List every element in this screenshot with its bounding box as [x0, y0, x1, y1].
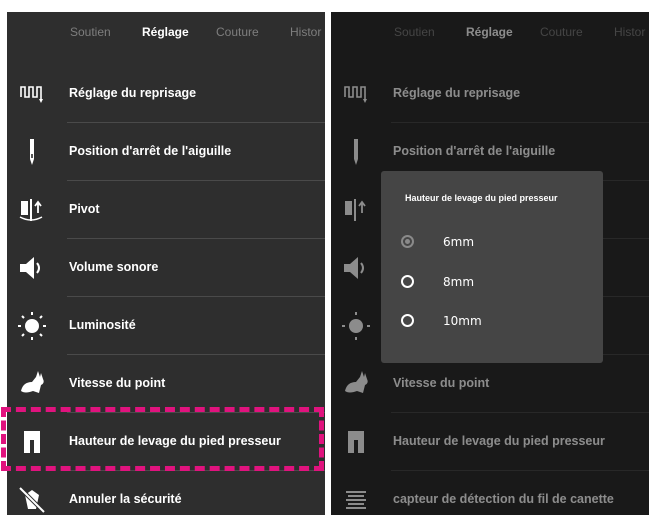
pivot-icon [341, 195, 371, 225]
setting-label: Pivot [69, 202, 100, 216]
setting-label: Luminosité [69, 318, 136, 332]
brightness-icon [17, 311, 47, 341]
settings-screen-right: Soutien Réglage Couture Histor Réglage d… [331, 12, 649, 515]
setting-stitch-speed[interactable]: Vitesse du point [7, 355, 325, 413]
tab-bar: Soutien Réglage Couture Histor [331, 12, 649, 54]
setting-cancel-safety[interactable]: Annuler la sécurité [7, 471, 325, 515]
setting-bobbin-sensor[interactable]: capteur de détection du fil de canette [331, 471, 649, 515]
option-label: 8mm [443, 275, 475, 289]
setting-brightness[interactable]: Luminosité [7, 297, 325, 355]
setting-label: Vitesse du point [69, 376, 166, 390]
cancel-safety-icon [17, 485, 47, 515]
dialog-title: Hauteur de levage du pied presseur [405, 193, 558, 203]
rabbit-icon [341, 369, 371, 399]
bobbin-sensor-icon [341, 485, 371, 515]
option-10mm[interactable]: 10mm [401, 309, 581, 333]
tab-soutien[interactable]: Soutien [394, 25, 435, 39]
presser-foot-icon [341, 427, 371, 457]
setting-darning[interactable]: Réglage du reprisage [331, 65, 649, 123]
option-label: 6mm [443, 235, 475, 249]
setting-label: Hauteur de levage du pied presseur [69, 434, 281, 448]
setting-label: Position d'arrêt de l'aiguille [69, 144, 232, 158]
tab-bar: Soutien Réglage Couture Histor [7, 12, 325, 54]
setting-presser-foot-height[interactable]: Hauteur de levage du pied presseur [7, 413, 325, 471]
setting-volume[interactable]: Volume sonore [7, 239, 325, 297]
tab-reglage[interactable]: Réglage [466, 25, 513, 39]
tab-reglage[interactable]: Réglage [142, 25, 189, 39]
setting-pivot[interactable]: Pivot [7, 181, 325, 239]
presser-foot-icon [17, 427, 47, 457]
tab-couture[interactable]: Couture [216, 25, 259, 39]
pivot-icon [17, 195, 47, 225]
setting-presser-foot-height[interactable]: Hauteur de levage du pied presseur [331, 413, 649, 471]
setting-label: Réglage du reprisage [69, 86, 197, 100]
presser-foot-height-dialog: Hauteur de levage du pied presseur 6mm 8… [381, 171, 603, 363]
speaker-icon [341, 253, 371, 283]
tab-historique[interactable]: Histor [614, 25, 645, 39]
setting-label: Annuler la sécurité [69, 492, 182, 506]
needle-icon [341, 137, 371, 167]
setting-label: Volume sonore [69, 260, 159, 274]
setting-label: Vitesse du point [393, 376, 490, 390]
option-label: 10mm [443, 314, 482, 328]
speaker-icon [17, 253, 47, 283]
setting-label: Hauteur de levage du pied presseur [393, 434, 605, 448]
darning-icon [341, 79, 371, 109]
setting-label: Position d'arrêt de l'aiguille [393, 144, 556, 158]
tab-soutien[interactable]: Soutien [70, 25, 111, 39]
setting-darning[interactable]: Réglage du reprisage [7, 65, 325, 123]
setting-label: capteur de détection du fil de canette [393, 492, 614, 506]
setting-stitch-speed[interactable]: Vitesse du point [331, 355, 649, 413]
option-6mm[interactable]: 6mm [401, 230, 581, 254]
option-8mm[interactable]: 8mm [401, 270, 581, 294]
needle-icon [17, 137, 47, 167]
brightness-icon [341, 311, 371, 341]
radio-icon[interactable] [401, 314, 414, 327]
tab-couture[interactable]: Couture [540, 25, 583, 39]
radio-selected-icon[interactable] [401, 235, 414, 248]
darning-icon [17, 79, 47, 109]
settings-screen-left: Soutien Réglage Couture Histor Réglage d… [7, 12, 325, 515]
rabbit-icon [17, 369, 47, 399]
tab-historique[interactable]: Histor [290, 25, 321, 39]
radio-icon[interactable] [401, 275, 414, 288]
setting-label: Réglage du reprisage [393, 86, 521, 100]
setting-needle-stop[interactable]: Position d'arrêt de l'aiguille [7, 123, 325, 181]
